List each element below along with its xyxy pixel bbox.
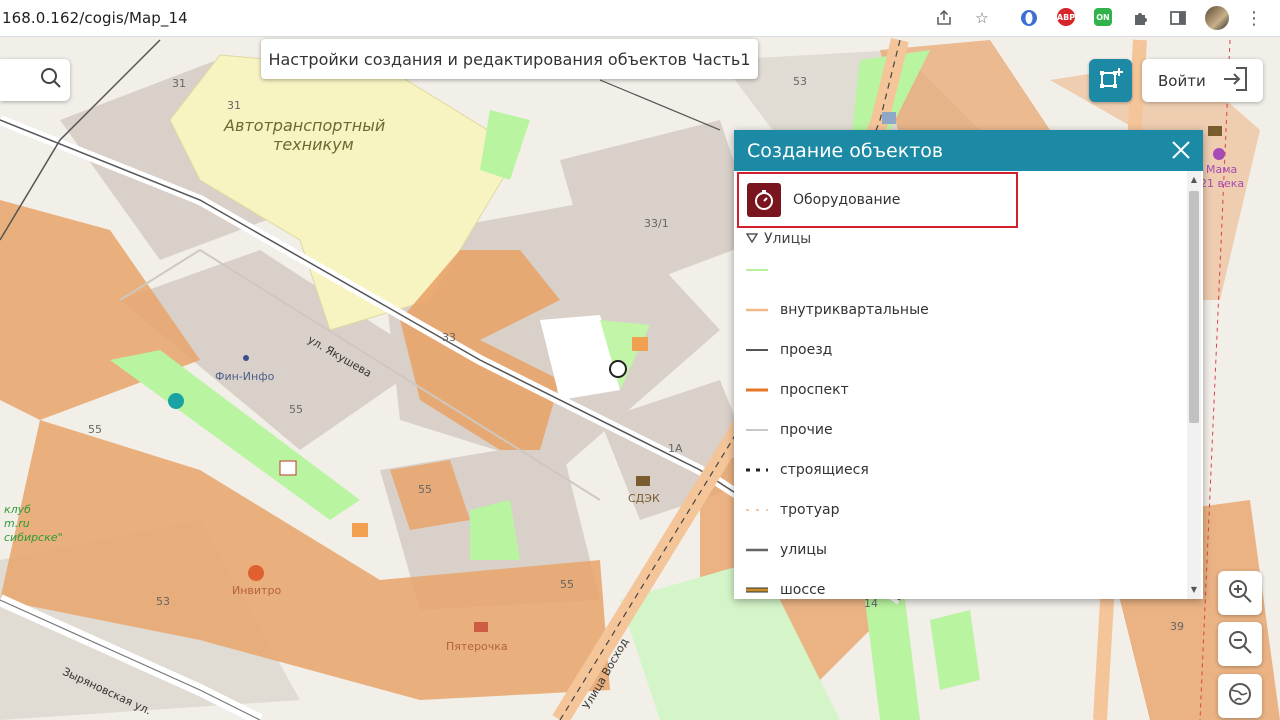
line-swatch (746, 344, 768, 356)
login-icon (1222, 65, 1250, 97)
scroll-down-icon[interactable]: ▼ (1189, 585, 1199, 595)
map-label-school: Автотранспортный (224, 116, 386, 135)
map-poi-club[interactable]: клуб (4, 503, 31, 516)
page-title: Настройки создания и редактирования объе… (261, 39, 758, 79)
list-item[interactable]: внутриквартальные (746, 300, 929, 320)
map-house-number: 1A (668, 442, 683, 455)
login-button[interactable]: Войти (1142, 59, 1263, 102)
line-swatch (746, 304, 768, 316)
line-swatch (746, 424, 768, 436)
globe-icon (1227, 681, 1253, 711)
scrollbar-thumb[interactable] (1189, 191, 1199, 423)
map-house-number: 55 (560, 578, 574, 591)
search-icon[interactable] (40, 67, 62, 93)
list-item[interactable]: строящиеся (746, 460, 869, 480)
group-streets-header[interactable]: Улицы (745, 231, 812, 247)
line-swatch (746, 384, 768, 396)
list-item[interactable]: шоссе (746, 580, 825, 599)
line-swatch (746, 264, 768, 276)
item-label: проезд (780, 342, 833, 358)
address-bar[interactable]: 168.0.162/cogis/Map_14 (2, 9, 188, 27)
map-house-number: 55 (418, 483, 432, 496)
profile-avatar[interactable] (1205, 6, 1229, 30)
map-label-school: техникум (273, 135, 354, 154)
collapse-triangle-icon (745, 231, 759, 247)
equipment-item[interactable]: Оборудование (737, 172, 1018, 228)
line-swatch (746, 584, 768, 596)
kebab-menu-icon[interactable]: ⋮ (1244, 8, 1264, 29)
zoom-in-icon (1227, 578, 1253, 608)
map-poi-mama[interactable]: Мама (1206, 163, 1237, 176)
map-search-box[interactable] (0, 59, 70, 101)
extension-opera-icon[interactable] (1019, 8, 1039, 28)
zoom-out-button[interactable] (1218, 622, 1262, 666)
line-swatch (746, 504, 768, 516)
bookmark-star-icon[interactable]: ☆ (972, 8, 992, 28)
group-label: Улицы (764, 231, 812, 247)
login-label: Войти (1158, 71, 1206, 90)
item-label: проспект (780, 382, 849, 398)
map-poi-invitro[interactable]: Инвитро (232, 584, 281, 597)
list-item[interactable] (746, 260, 780, 280)
zoom-in-button[interactable] (1218, 571, 1262, 615)
scroll-up-icon[interactable]: ▲ (1189, 175, 1199, 185)
extensions-puzzle-icon[interactable] (1131, 8, 1151, 28)
map-poi-club[interactable]: сибирске" (4, 531, 63, 544)
map-house-number: 53 (793, 75, 807, 88)
on-extension-icon[interactable]: ON (1094, 8, 1112, 26)
item-label: строящиеся (780, 462, 869, 478)
map-poi-pyaterochka[interactable]: Пятерочка (446, 640, 508, 653)
list-item[interactable]: прочие (746, 420, 833, 440)
side-panel-icon[interactable] (1168, 8, 1188, 28)
list-item[interactable]: улицы (746, 540, 827, 560)
map-poi-mama[interactable]: 21 века (1200, 177, 1244, 190)
browser-toolbar: 168.0.162/cogis/Map_14 ☆ ABP ON ⋮ (0, 0, 1280, 37)
panel-list: Оборудование Улицы внутриквартальные про… (734, 171, 1203, 599)
item-label: внутриквартальные (780, 302, 929, 318)
line-swatch (746, 464, 768, 476)
map-house-number: 55 (88, 423, 102, 436)
item-label: шоссе (780, 582, 826, 598)
item-label: улицы (780, 542, 827, 558)
map-house-number: 33 (442, 331, 456, 344)
zoom-out-icon (1227, 629, 1253, 659)
map-house-number: 31 (227, 99, 241, 112)
share-icon[interactable] (934, 8, 954, 28)
create-object-button[interactable] (1089, 59, 1132, 102)
stopwatch-icon (747, 183, 781, 217)
globe-button[interactable] (1218, 674, 1262, 718)
map-house-number: 53 (156, 595, 170, 608)
panel-header: Создание объектов (734, 130, 1203, 171)
map-poi-cdek[interactable]: СДЭК (628, 492, 660, 505)
item-label: прочие (780, 422, 833, 438)
add-shape-icon (1099, 67, 1123, 95)
map-house-number: 31 (172, 77, 186, 90)
list-item[interactable]: тротуар (746, 500, 840, 520)
line-swatch (746, 544, 768, 556)
close-icon[interactable] (1169, 138, 1193, 162)
adblock-extension-icon[interactable]: ABP (1057, 8, 1075, 26)
equipment-label: Оборудование (793, 192, 901, 208)
list-item[interactable]: проспект (746, 380, 849, 400)
map-poi-club[interactable]: m.ru (4, 517, 30, 530)
map-house-number: 33/1 (644, 217, 669, 230)
create-objects-panel: Создание объектов Оборудование Улицы вну… (734, 130, 1203, 599)
item-label: тротуар (780, 502, 840, 518)
list-item[interactable]: проезд (746, 340, 832, 360)
panel-title: Создание объектов (747, 139, 944, 162)
map-poi-fin-info[interactable]: Фин-Инфо (215, 370, 274, 383)
map-house-number: 39 (1170, 620, 1184, 633)
map-house-number: 55 (289, 403, 303, 416)
